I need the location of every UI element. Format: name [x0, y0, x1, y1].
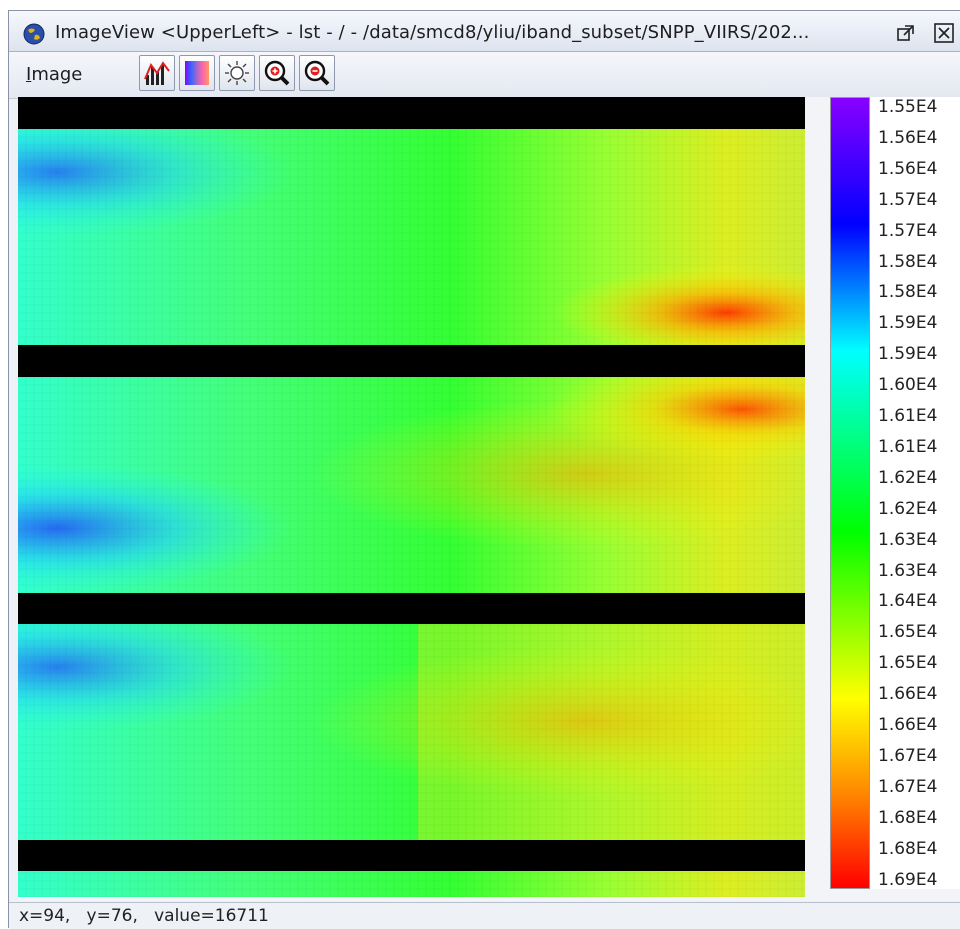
colorbar-tick-label: 1.59E4 [878, 313, 938, 334]
image-view-window: ImageView <UpperLeft> - lst - / - /data/… [8, 10, 960, 929]
colorbar-tick-label: 1.64E4 [878, 591, 938, 612]
colorbar-labels: 1.55E4 1.56E4 1.56E4 1.57E4 1.57E4 1.58E4 1.58… [870, 97, 960, 890]
colorbar-tick-label: 1.62E4 [878, 498, 938, 519]
zoom-in-button[interactable] [259, 55, 295, 91]
colorbar-tick-label: 1.66E4 [878, 684, 938, 705]
colorbar-tick-label: 1.68E4 [878, 807, 938, 828]
image-raster[interactable] [18, 97, 805, 897]
title-bar[interactable]: ImageView <UpperLeft> - lst - / - /data/… [9, 11, 960, 52]
colorbar[interactable] [830, 97, 870, 889]
colorbar-tick-label: 1.58E4 [878, 251, 938, 272]
colorbar-tick-label: 1.61E4 [878, 406, 938, 426]
colorbar-tick-label: 1.57E4 [878, 189, 938, 210]
colorbar-tick-label: 1.61E4 [878, 436, 938, 457]
colorbar-tick-label: 1.63E4 [878, 560, 938, 581]
palette-button[interactable] [179, 55, 215, 91]
status-bar: x=94, y=76, value=16711 [9, 902, 960, 929]
colorbar-tick-label: 1.57E4 [878, 220, 938, 241]
colorbar-tick-label: 1.59E4 [878, 344, 938, 365]
cursor-readout: x=94, y=76, value=16711 [19, 906, 269, 926]
globe-icon [23, 23, 45, 45]
restore-icon[interactable] [895, 22, 917, 44]
colorbar-tick-label: 1.65E4 [878, 653, 938, 674]
histogram-icon [144, 61, 170, 85]
colorbar-tick-label: 1.67E4 [878, 745, 938, 766]
image-canvas[interactable] [18, 97, 805, 897]
colorbar-tick-label: 1.55E4 [878, 97, 938, 117]
brightness-icon [225, 61, 249, 85]
image-menu[interactable]: Image [26, 64, 82, 85]
colorbar-tick-label: 1.58E4 [878, 282, 938, 303]
close-icon[interactable] [933, 22, 955, 44]
brightness-button[interactable] [219, 55, 255, 91]
fill-stripe [18, 97, 805, 129]
zoom-out-button[interactable] [299, 55, 335, 91]
colorbar-tick-label: 1.60E4 [878, 375, 938, 396]
colorbar-tick-label: 1.65E4 [878, 622, 938, 643]
zoom-out-icon [304, 60, 330, 86]
colorbar-tick-label: 1.62E4 [878, 467, 938, 488]
colorbar-tick-label: 1.56E4 [878, 158, 938, 179]
colorbar-tick-label: 1.69E4 [878, 869, 938, 890]
fill-stripe [18, 593, 805, 624]
colorbar-tick-label: 1.56E4 [878, 127, 938, 148]
colorbar-tick-label: 1.63E4 [878, 529, 938, 550]
fill-stripe [18, 840, 805, 871]
window-title: ImageView <UpperLeft> - lst - / - /data/… [55, 22, 810, 43]
colorbar-tick-label: 1.67E4 [878, 776, 938, 797]
colorbar-tick-label: 1.68E4 [878, 838, 938, 859]
menu-bar: Image [9, 52, 960, 99]
palette-icon [185, 61, 209, 85]
zoom-in-icon [264, 60, 290, 86]
image-panel: 1.55E4 1.56E4 1.56E4 1.57E4 1.57E4 1.58E4 1.58… [18, 97, 960, 901]
colorbar-tick-label: 1.66E4 [878, 715, 938, 735]
histogram-button[interactable] [139, 55, 175, 91]
fill-stripe [18, 345, 805, 377]
